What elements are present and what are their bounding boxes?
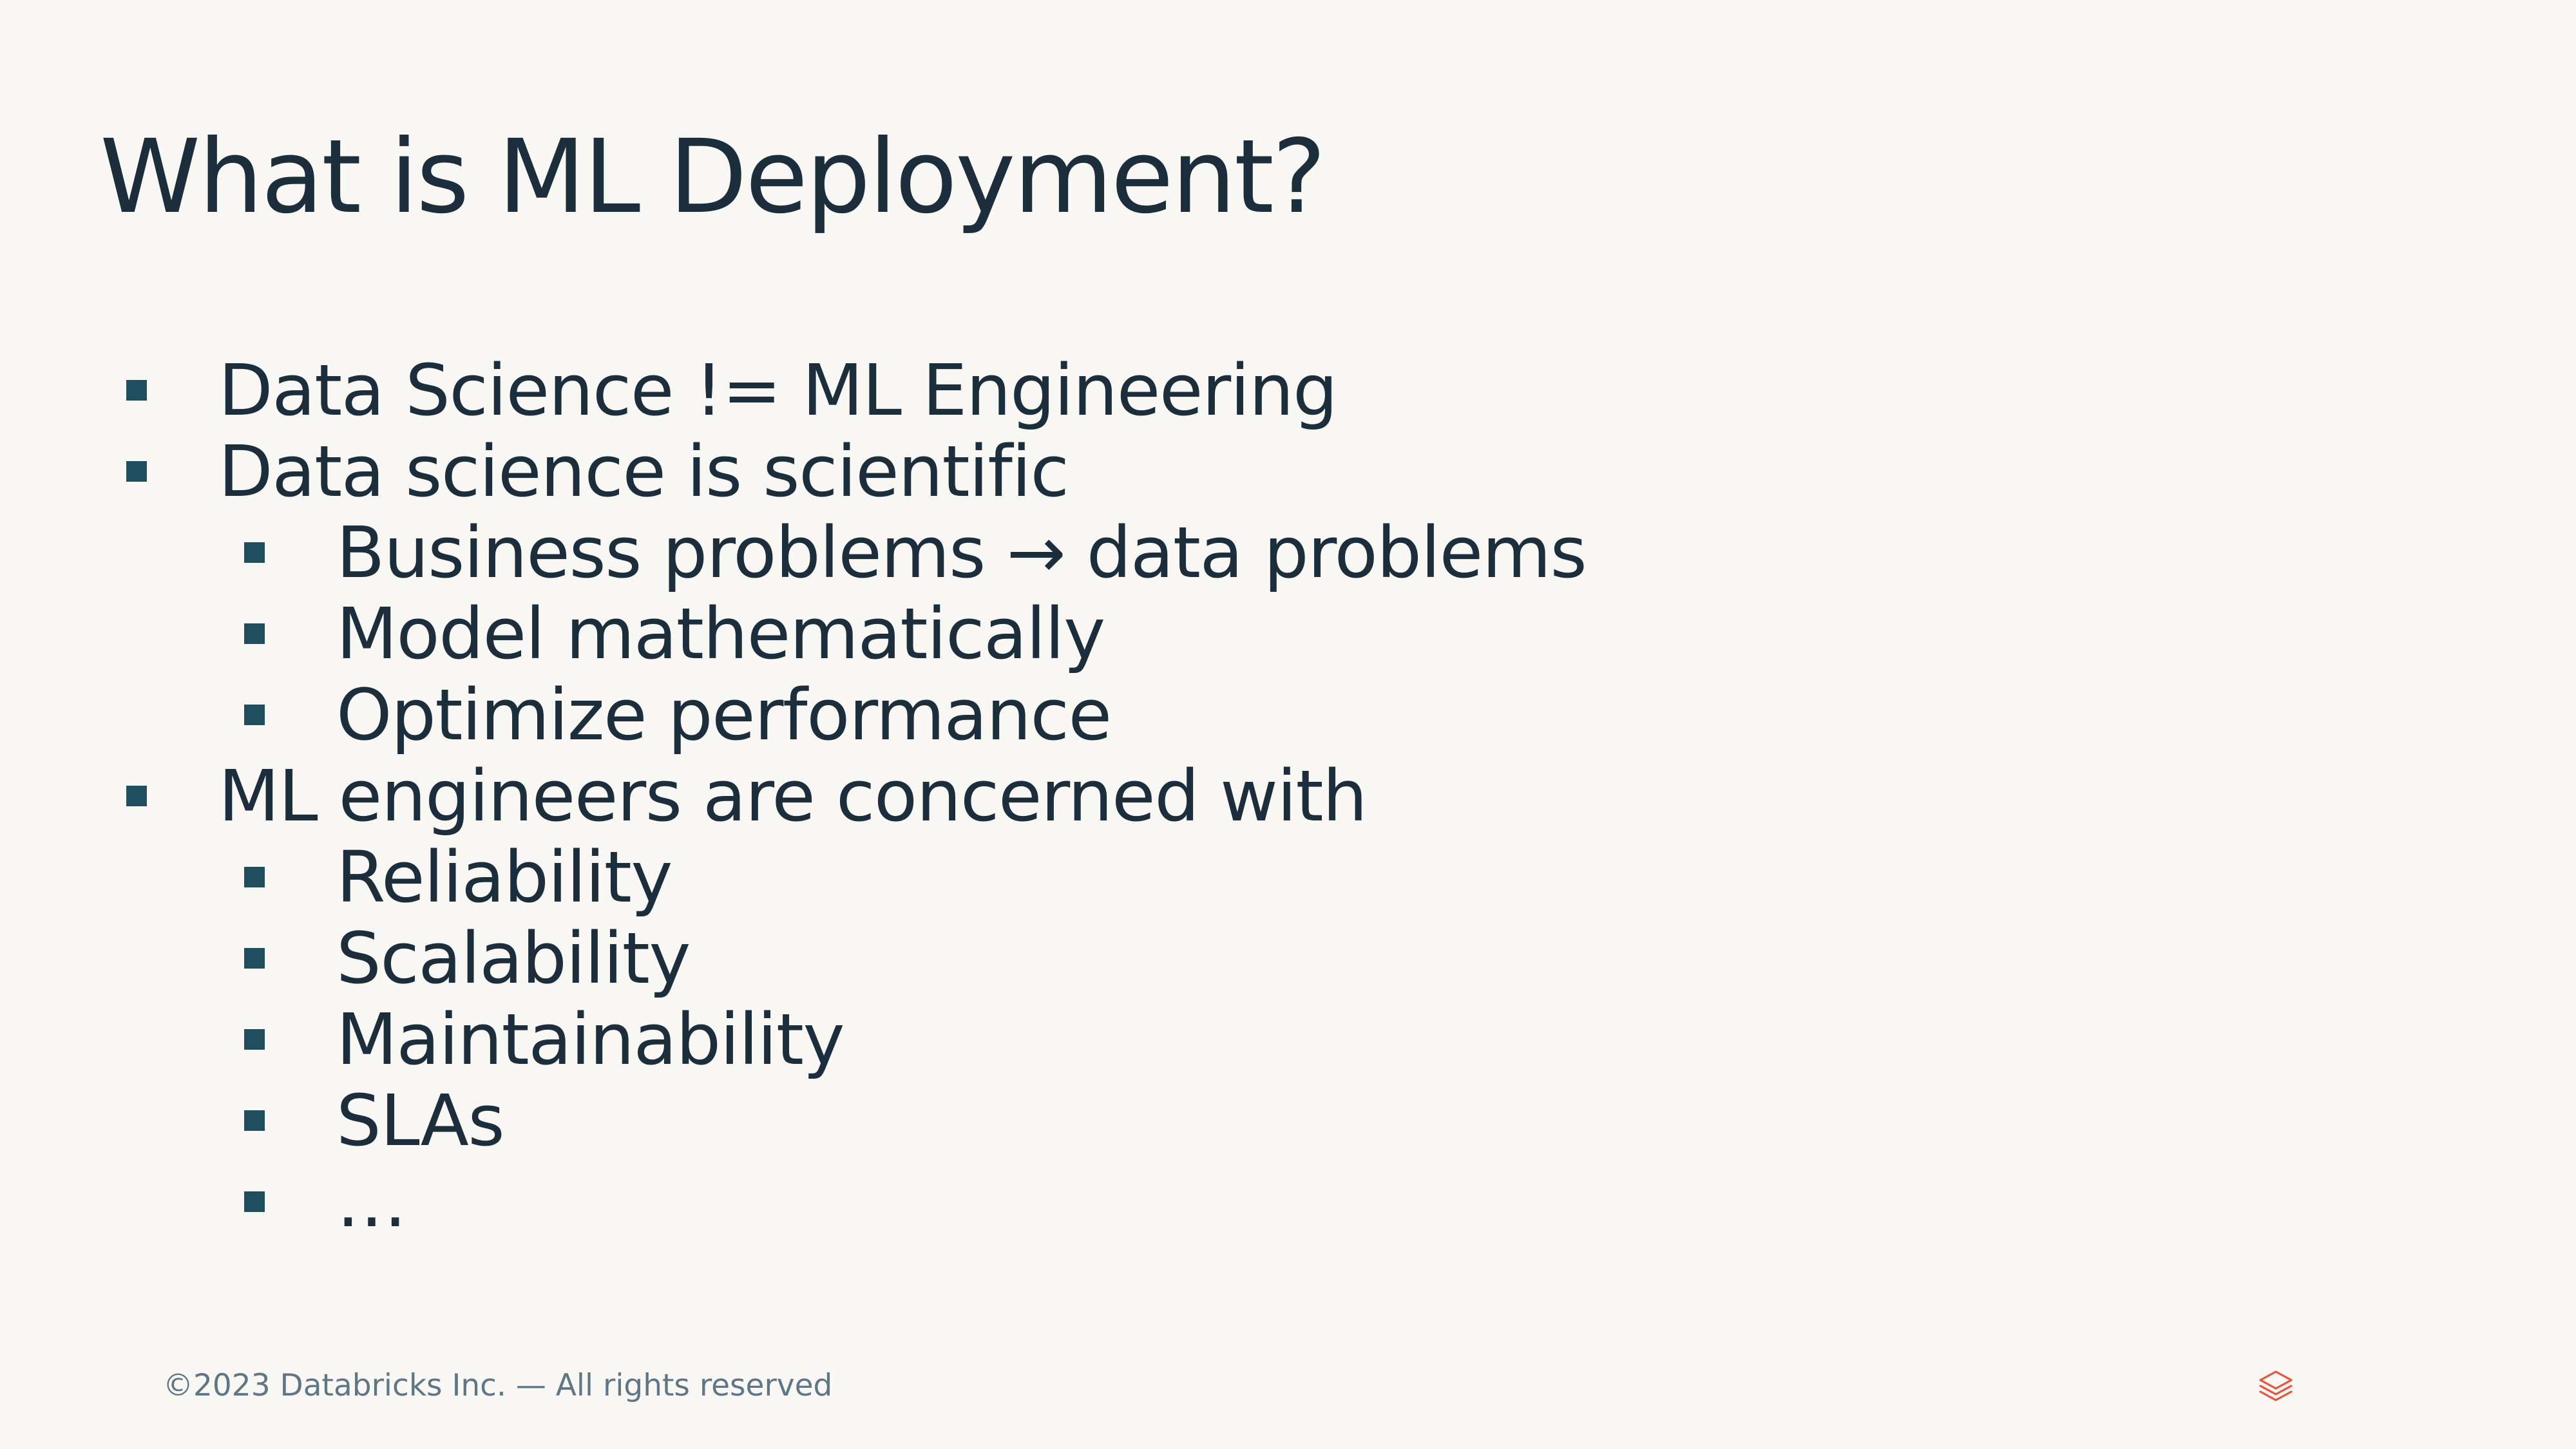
bullet-text: … bbox=[336, 1160, 407, 1243]
square-bullet-icon bbox=[244, 1110, 265, 1131]
square-bullet-icon bbox=[244, 542, 265, 563]
bullet-text: Scalability bbox=[336, 917, 691, 999]
square-bullet-icon bbox=[244, 867, 265, 887]
square-bullet-icon bbox=[244, 705, 265, 725]
bullet-list: Data Science != ML Engineering Data scie… bbox=[0, 0, 2576, 1288]
square-bullet-icon bbox=[126, 461, 147, 482]
square-bullet-icon bbox=[126, 380, 147, 401]
square-bullet-icon bbox=[244, 1029, 265, 1050]
bullet-text: Reliability bbox=[336, 836, 673, 918]
square-bullet-icon bbox=[244, 1191, 265, 1212]
bullet-text: ML engineers are concerned with bbox=[218, 755, 1368, 837]
square-bullet-icon bbox=[244, 948, 265, 969]
bullet-text: Optimize performance bbox=[336, 674, 1112, 756]
square-bullet-icon bbox=[244, 623, 265, 644]
bullet-text: Data science is scientific bbox=[218, 430, 1069, 513]
bullet-text: Maintainability bbox=[336, 998, 845, 1081]
square-bullet-icon bbox=[126, 786, 147, 806]
bullet-text: SLAs bbox=[336, 1079, 505, 1162]
databricks-logo-icon bbox=[2259, 1370, 2293, 1401]
bullet-text: Business problems → data problems bbox=[336, 511, 1587, 594]
bullet-text: Model mathematically bbox=[336, 592, 1105, 675]
bullet-text: Data Science != ML Engineering bbox=[218, 349, 1338, 431]
footer-copyright: ©2023 Databricks Inc. — All rights reser… bbox=[163, 1368, 833, 1403]
